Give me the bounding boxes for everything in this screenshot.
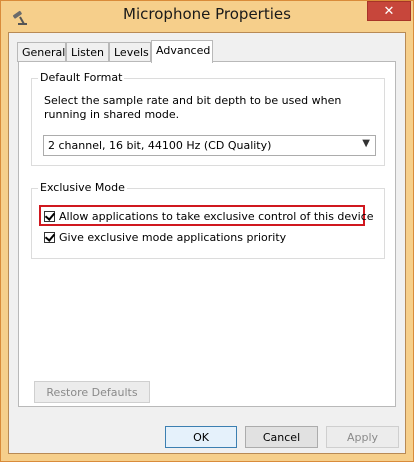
allow-exclusive-control-checkbox[interactable] xyxy=(44,210,55,222)
allow-exclusive-control-option[interactable]: Allow applications to take exclusive con… xyxy=(44,208,374,224)
exclusive-priority-label: Give exclusive mode applications priorit… xyxy=(59,230,287,244)
default-format-title: Default Format xyxy=(38,71,125,84)
close-icon: ✕ xyxy=(383,3,395,19)
cancel-button[interactable]: Cancel xyxy=(245,426,318,448)
exclusive-priority-option[interactable]: Give exclusive mode applications priorit… xyxy=(44,229,286,245)
title-bar[interactable]: Microphone Properties ✕ xyxy=(1,1,413,32)
chevron-down-icon: ▼ xyxy=(362,138,370,149)
properties-window: Microphone Properties ✕ General Listen L… xyxy=(0,0,414,462)
dialog-client-area: General Listen Levels Advanced Default F… xyxy=(8,32,406,454)
ok-button[interactable]: OK xyxy=(165,426,237,448)
tab-levels[interactable]: Levels xyxy=(109,42,151,62)
advanced-tab-panel: Default Format Select the sample rate an… xyxy=(18,61,396,407)
restore-defaults-button[interactable]: Restore Defaults xyxy=(34,381,150,403)
default-format-group: Default Format Select the sample rate an… xyxy=(31,71,385,166)
exclusive-mode-group: Exclusive Mode Allow applications to tak… xyxy=(31,181,385,259)
tab-general[interactable]: General xyxy=(17,42,66,62)
tab-listen[interactable]: Listen xyxy=(66,42,109,62)
default-format-selected-value: 2 channel, 16 bit, 44100 Hz (CD Quality) xyxy=(48,139,272,152)
window-title: Microphone Properties xyxy=(123,5,291,23)
default-format-select[interactable]: 2 channel, 16 bit, 44100 Hz (CD Quality)… xyxy=(43,135,376,156)
close-button[interactable]: ✕ xyxy=(367,1,411,21)
exclusive-mode-title: Exclusive Mode xyxy=(38,181,127,194)
apply-button[interactable]: Apply xyxy=(326,426,399,448)
exclusive-priority-checkbox[interactable] xyxy=(44,231,55,243)
tab-advanced[interactable]: Advanced xyxy=(151,40,213,63)
allow-exclusive-control-label: Allow applications to take exclusive con… xyxy=(59,209,374,223)
default-format-description: Select the sample rate and bit depth to … xyxy=(44,94,342,121)
